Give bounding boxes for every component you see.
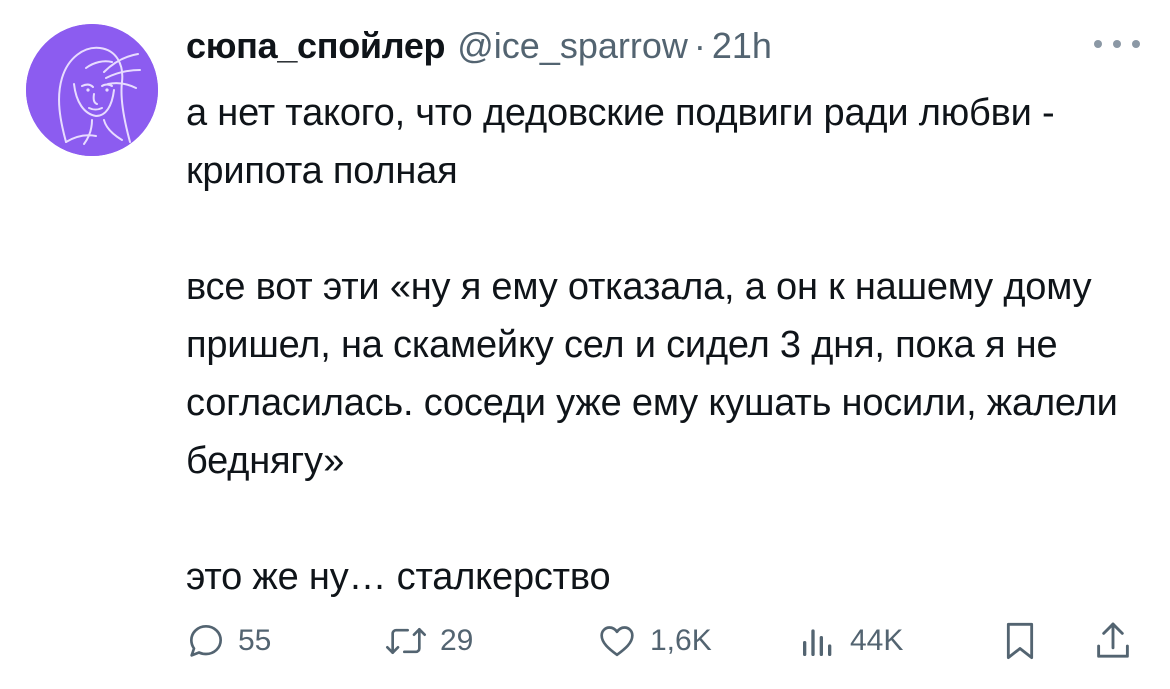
bookmark-icon (1006, 622, 1034, 660)
tweet-text: а нет такого, что дедовские подвиги ради… (186, 84, 1126, 606)
share-button[interactable] (1092, 616, 1134, 666)
reply-count: 55 (238, 624, 272, 657)
header-separator: · (693, 25, 706, 66)
reply-button[interactable]: 55 (186, 616, 271, 666)
views-icon (803, 629, 832, 656)
tweet-header: сюпа_спойлер @ice_sparrow · 21h (186, 22, 772, 70)
author-handle[interactable]: @ice_sparrow (457, 25, 688, 67)
repost-icon (386, 628, 426, 654)
avatar[interactable] (26, 24, 158, 156)
repost-button[interactable]: 29 (384, 616, 473, 666)
repost-count: 29 (440, 624, 474, 657)
views-count: 44K (850, 624, 904, 657)
heart-icon (600, 626, 634, 657)
tweet-paragraph: все вот эти «ну я ему отказала, а он к н… (186, 266, 1118, 482)
views-button[interactable]: 44K (798, 616, 903, 666)
share-icon (1097, 622, 1129, 658)
more-horizontal-icon (1094, 40, 1102, 48)
tweet-actions-bar: 55 29 1,6K 44K (186, 616, 1140, 666)
bookmark-button[interactable] (1000, 616, 1040, 666)
reply-icon (190, 625, 223, 657)
tweet[interactable]: сюпа_спойлер @ice_sparrow · 21h а нет та… (0, 0, 1170, 689)
tweet-timestamp[interactable]: 21h (712, 25, 772, 67)
like-count: 1,6K (650, 624, 712, 657)
more-horizontal-icon-dot (1113, 40, 1121, 48)
more-horizontal-icon-dot (1132, 40, 1140, 48)
author-display-name[interactable]: сюпа_спойлер (186, 25, 446, 67)
tweet-paragraph: а нет такого, что дедовские подвиги ради… (186, 92, 1055, 192)
more-options-button[interactable] (1094, 34, 1140, 54)
avatar-illustration (26, 24, 158, 156)
tweet-paragraph: это же ну… сталкерство (186, 556, 611, 598)
like-button[interactable]: 1,6K (596, 616, 712, 666)
